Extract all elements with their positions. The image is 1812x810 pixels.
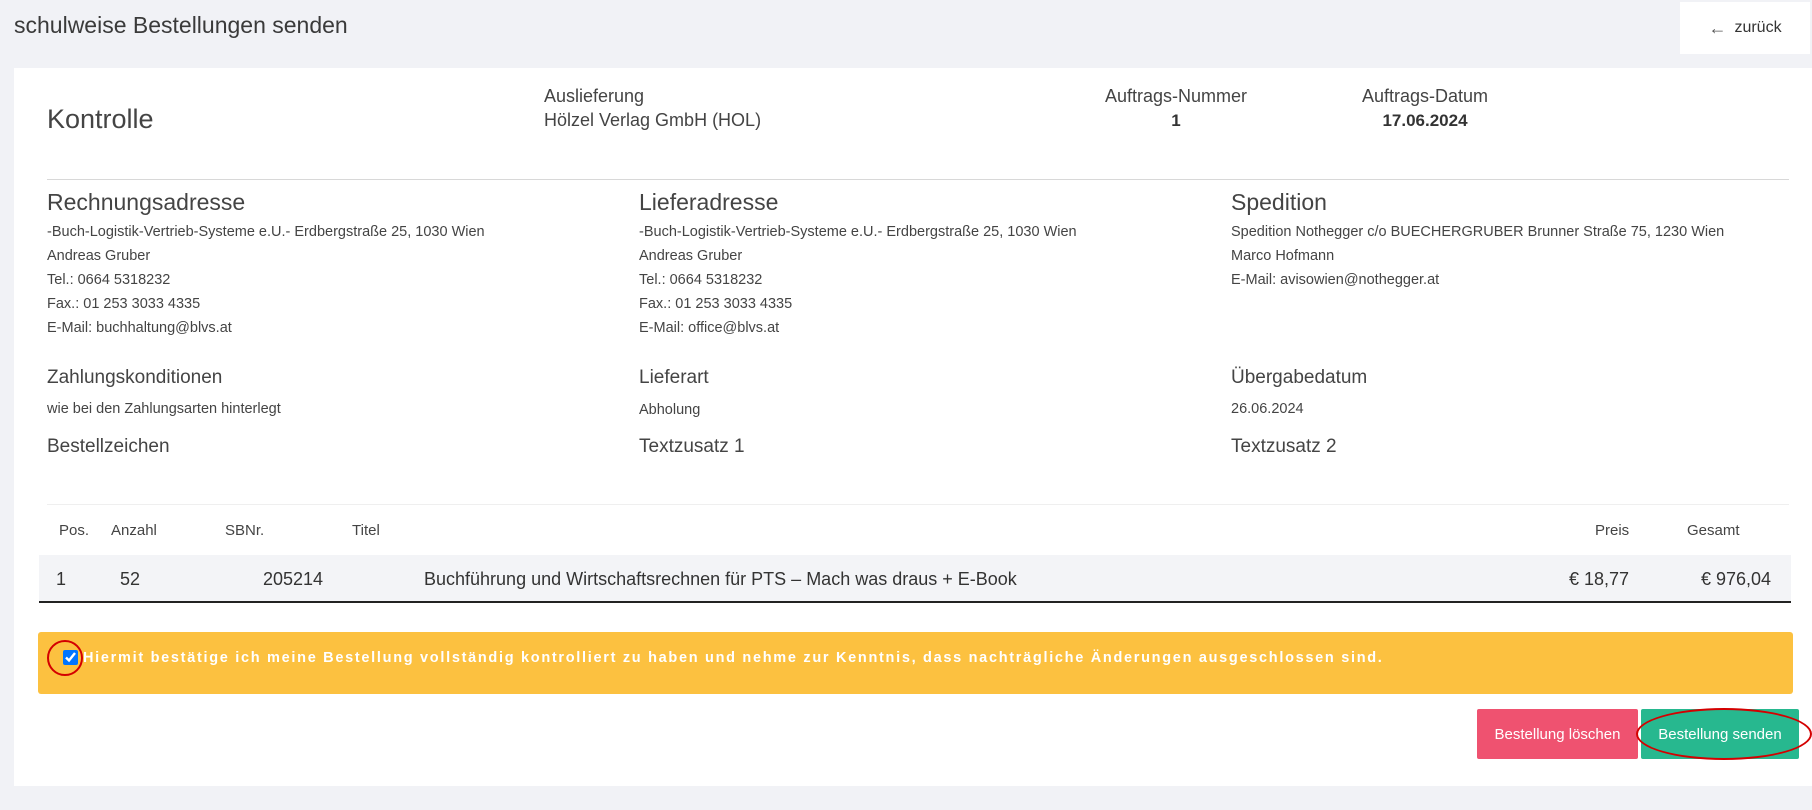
confirm-checkbox[interactable] [63, 650, 78, 665]
delivery-line: Fax.: 01 253 3033 4335 [639, 296, 793, 312]
cell-pos: 1 [56, 569, 67, 589]
col-titel: Titel [352, 522, 380, 539]
cell-sbnr: 205214 [263, 569, 324, 589]
handover-date-value: 26.06.2024 [1231, 401, 1304, 417]
delivery-type-value: Abholung [639, 402, 701, 418]
billing-address-title: Rechnungsadresse [47, 189, 246, 215]
auftragsnummer-value: 1 [1171, 111, 1181, 130]
billing-address: Rechnungsadresse -Buch-Logistik-Vertrieb… [47, 189, 485, 340]
handover-date-label: Übergabedatum [1231, 367, 1368, 388]
cell-anzahl: 52 [120, 569, 141, 589]
shipping-line: E-Mail: avisowien@nothegger.at [1231, 272, 1440, 288]
back-button-label: zurück [1734, 19, 1782, 36]
cell-preis: € 18,77 [1569, 569, 1630, 589]
billing-line: -Buch-Logistik-Vertrieb-Systeme e.U.- Er… [47, 224, 485, 240]
text-addition-1-label: Textzusatz 1 [639, 436, 745, 457]
text-addition-2-label: Textzusatz 2 [1231, 436, 1337, 457]
auftragsdatum-label: Auftrags-Datum [1361, 86, 1489, 106]
back-button[interactable]: ← zurück [1680, 2, 1810, 54]
payment-terms-value: wie bei den Zahlungsarten hinterlegt [47, 401, 281, 417]
confirmation-bar: Hiermit bestätige ich meine Bestellung v… [38, 632, 1793, 694]
col-gesamt: Gesamt [1687, 522, 1740, 539]
order-reference-label: Bestellzeichen [47, 436, 170, 457]
confirm-text: Hiermit bestätige ich meine Bestellung v… [83, 650, 1384, 666]
auslieferung-label: Auslieferung [544, 86, 645, 106]
delivery-type-label: Lieferart [639, 367, 709, 388]
col-pos: Pos. [59, 522, 90, 539]
auftragsdatum-value: 17.06.2024 [1382, 111, 1468, 130]
table-row: 1 52 205214 Buchführung und Wirtschaftsr… [39, 555, 1791, 603]
arrow-left-icon: ← [1708, 17, 1727, 38]
delivery-line: -Buch-Logistik-Vertrieb-Systeme e.U.- Er… [639, 224, 1077, 240]
table-header: Pos. Anzahl SBNr. Titel Preis Gesamt [47, 504, 1789, 554]
col-anzahl: Anzahl [111, 522, 157, 539]
section-heading: Kontrolle [47, 104, 154, 134]
delivery-line: Andreas Gruber [639, 248, 743, 264]
page-title: schulweise Bestellungen senden [14, 12, 348, 38]
divider [47, 179, 1789, 180]
billing-line: Tel.: 0664 5318232 [47, 272, 171, 288]
send-order-button[interactable]: Bestellung senden [1641, 709, 1799, 759]
delivery-address-title: Lieferadresse [639, 189, 779, 215]
shipping-line: Marco Hofmann [1231, 248, 1335, 264]
shipping-company-title: Spedition [1231, 189, 1327, 215]
shipping-line: Spedition Nothegger c/o BUECHERGRUBER Br… [1231, 224, 1725, 240]
auslieferung-value: Hölzel Verlag GmbH (HOL) [544, 110, 762, 130]
billing-line: E-Mail: buchhaltung@blvs.at [47, 320, 232, 336]
delete-order-button[interactable]: Bestellung löschen [1477, 709, 1638, 759]
col-sbnr: SBNr. [225, 522, 265, 539]
shipping-company: Spedition Spedition Nothegger c/o BUECHE… [1231, 189, 1724, 292]
billing-line: Fax.: 01 253 3033 4335 [47, 296, 201, 312]
delivery-line: Tel.: 0664 5318232 [639, 272, 763, 288]
delivery-line: E-Mail: office@blvs.at [639, 320, 780, 336]
billing-line: Andreas Gruber [47, 248, 151, 264]
delivery-address: Lieferadresse -Buch-Logistik-Vertrieb-Sy… [639, 189, 1077, 340]
payment-terms-label: Zahlungskonditionen [47, 367, 223, 388]
col-preis: Preis [1595, 522, 1630, 539]
cell-gesamt: € 976,04 [1701, 569, 1772, 589]
auftragsnummer-label: Auftrags-Nummer [1104, 86, 1248, 106]
cell-titel: Buchführung und Wirtschaftsrechnen für P… [424, 569, 1017, 589]
